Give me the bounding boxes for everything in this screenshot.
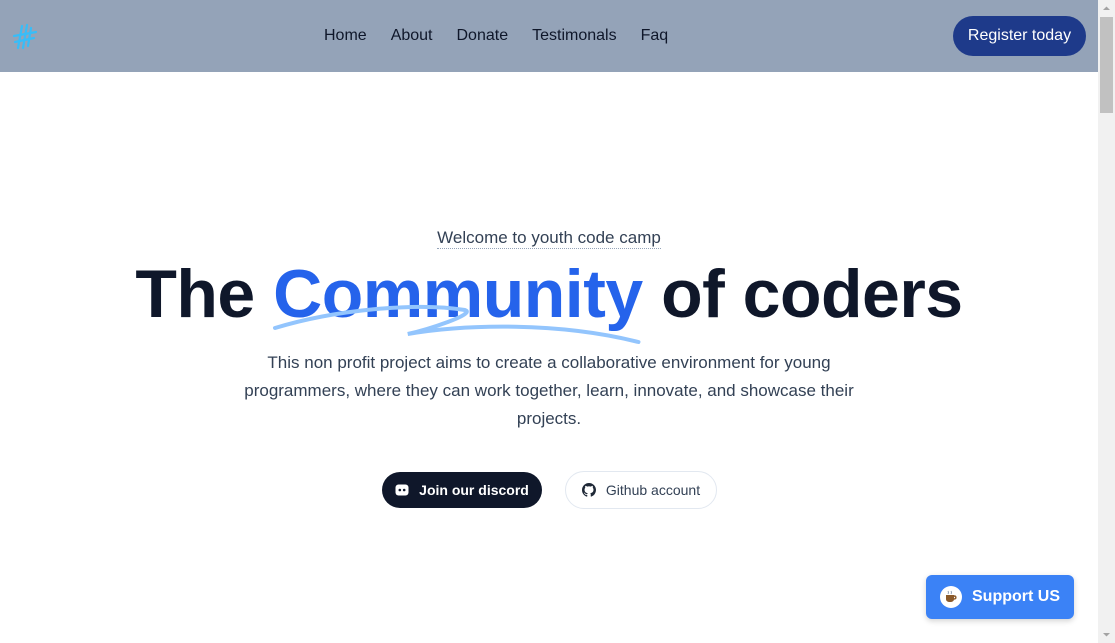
page-scrollbar[interactable] (1098, 0, 1115, 643)
logo-icon[interactable] (12, 22, 38, 50)
hero-description: This non profit project aims to create a… (244, 353, 854, 428)
nav-about[interactable]: About (391, 27, 433, 45)
discord-icon (395, 484, 409, 496)
register-button[interactable]: Register today (953, 16, 1086, 56)
hero-headline: The Community of coders (0, 252, 1098, 344)
headline-accent: Community (273, 252, 643, 344)
scroll-up-arrow-icon[interactable] (1098, 0, 1115, 17)
github-account-label: Github account (605, 482, 701, 498)
page: Home About Donate Testimonals Faq Regist… (0, 0, 1098, 643)
coffee-icon (940, 586, 962, 608)
nav-testimonials[interactable]: Testimonals (532, 27, 616, 45)
headline-before: The (135, 256, 255, 332)
github-icon (581, 483, 596, 497)
squiggle-underline (273, 304, 641, 344)
join-discord-button[interactable]: Join our discord (382, 472, 542, 508)
nav-donate[interactable]: Donate (457, 27, 509, 45)
headline-after: of coders (661, 256, 963, 332)
nav-faq[interactable]: Faq (641, 27, 669, 45)
site-header: Home About Donate Testimonals Faq Regist… (0, 0, 1098, 72)
github-account-button[interactable]: Github account (565, 471, 717, 509)
main-nav: Home About Donate Testimonals Faq (324, 0, 668, 72)
join-discord-label: Join our discord (419, 482, 529, 498)
support-us-label: Support US (972, 588, 1060, 605)
nav-home[interactable]: Home (324, 27, 367, 45)
welcome-label: Welcome to youth code camp (437, 228, 661, 249)
support-us-button[interactable]: Support US (926, 575, 1074, 619)
welcome-text: Welcome to youth code camp (0, 228, 1098, 249)
scrollbar-thumb[interactable] (1100, 17, 1113, 113)
scroll-down-arrow-icon[interactable] (1098, 626, 1115, 643)
